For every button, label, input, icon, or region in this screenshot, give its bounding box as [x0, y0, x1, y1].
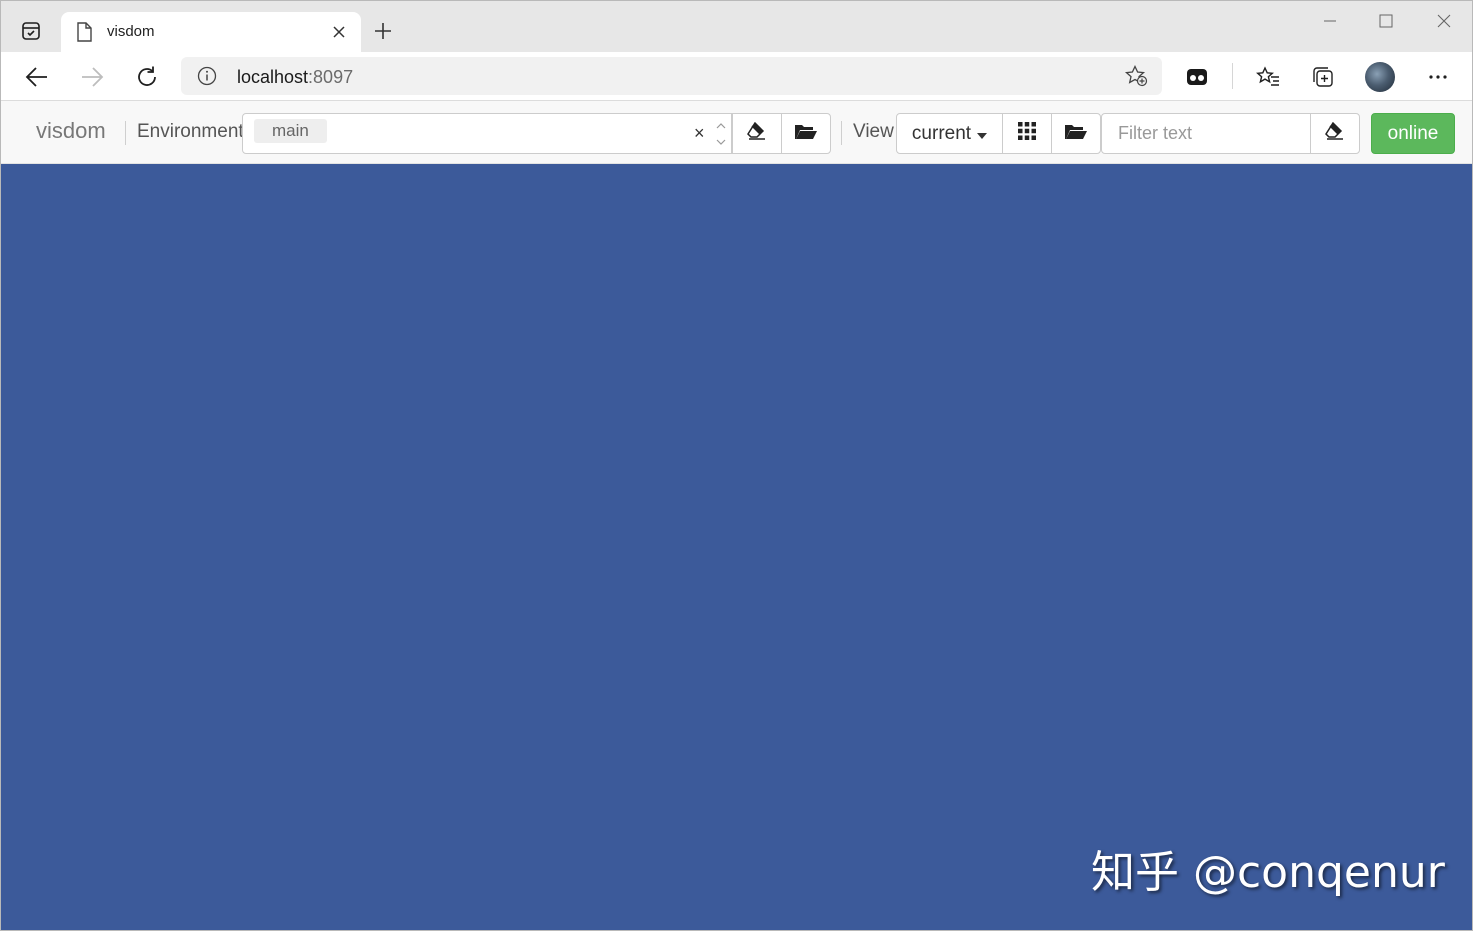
page-icon	[75, 22, 93, 47]
extension-icon[interactable]	[1180, 60, 1214, 94]
visdom-canvas: 知乎 @conqenur	[1, 164, 1472, 930]
watermark-text: 知乎 @conqenur	[1091, 847, 1445, 898]
profile-avatar	[1365, 62, 1395, 92]
clear-environment-button[interactable]	[732, 113, 782, 154]
maximize-icon[interactable]	[1363, 5, 1409, 37]
clear-selection-icon[interactable]: ×	[694, 123, 705, 144]
close-icon[interactable]	[329, 22, 349, 42]
grid-icon	[1018, 122, 1036, 145]
window-close-icon[interactable]	[1421, 5, 1467, 37]
avatar[interactable]	[1363, 60, 1397, 94]
tab-actions-icon[interactable]	[15, 15, 47, 47]
view-label: View	[853, 121, 894, 142]
minimize-icon[interactable]	[1307, 5, 1353, 37]
more-icon[interactable]	[1421, 60, 1455, 94]
tab-title: visdom	[107, 23, 155, 40]
collections-icon[interactable]	[1306, 60, 1340, 94]
caret-down-icon	[977, 123, 988, 145]
view-dropdown[interactable]: current	[896, 113, 1003, 154]
address-bar[interactable]: localhost:8097	[181, 57, 1162, 95]
tab-strip: visdom	[1, 1, 1472, 52]
filter-input[interactable]	[1101, 113, 1311, 154]
select-arrows-icon[interactable]	[715, 120, 727, 148]
connection-status-button[interactable]: online	[1371, 113, 1455, 154]
view-selected: current	[911, 122, 972, 144]
url-host: localhost	[237, 67, 309, 87]
browser-window: visdom localhost:8097 visdom Environment…	[0, 0, 1473, 931]
visdom-navbar: visdom Environment main × View current F…	[1, 100, 1472, 164]
manage-views-button[interactable]	[1051, 113, 1101, 154]
plus-icon[interactable]	[369, 17, 397, 45]
eraser-icon	[1325, 121, 1345, 145]
repack-view-button[interactable]	[1002, 113, 1052, 154]
address-bar-row: localhost:8097	[1, 52, 1472, 100]
environment-chip[interactable]: main	[254, 119, 327, 143]
environment-label: Environment	[137, 121, 244, 142]
refresh-icon[interactable]	[130, 60, 164, 94]
environment-select[interactable]: main ×	[242, 113, 732, 154]
navbar-divider	[125, 121, 126, 145]
url-text[interactable]: localhost:8097	[237, 67, 353, 88]
brand-title[interactable]: visdom	[36, 118, 106, 144]
navbar-divider-2	[841, 121, 842, 145]
manage-environments-button[interactable]	[781, 113, 831, 154]
clear-filter-button[interactable]	[1310, 113, 1360, 154]
favorites-icon[interactable]	[1251, 60, 1285, 94]
star-add-icon[interactable]	[1124, 64, 1148, 92]
folder-open-icon	[1064, 122, 1088, 145]
browser-tab[interactable]: visdom	[61, 12, 361, 52]
toolbar-separator	[1232, 63, 1233, 89]
arrow-right-icon[interactable]	[75, 60, 109, 94]
eraser-icon	[747, 121, 767, 145]
info-icon[interactable]	[197, 66, 217, 91]
arrow-left-icon[interactable]	[20, 60, 54, 94]
folder-open-icon	[794, 122, 818, 145]
url-port: :8097	[308, 67, 354, 87]
